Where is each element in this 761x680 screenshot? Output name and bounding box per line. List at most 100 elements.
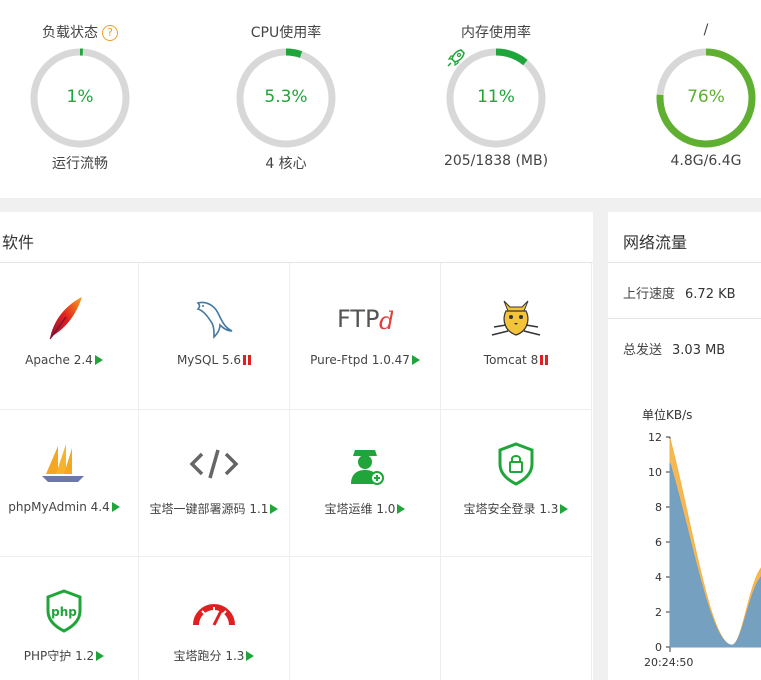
running-icon[interactable] (270, 504, 279, 514)
php-shield-icon: php (46, 589, 82, 633)
software-label: 宝塔运维 1.0 (290, 500, 440, 517)
x-tick-label: 20:24:50 (644, 656, 693, 669)
software-name: phpMyAdmin 4.4 (8, 500, 110, 514)
y-tick-label: 8 (655, 501, 662, 514)
ftpd-logo-text: FTP (337, 305, 380, 333)
shield-lock-icon (498, 442, 534, 486)
upload-speed-value: 6.72 KB (685, 287, 736, 302)
total-sent-label: 总发送 (623, 343, 663, 358)
cpu-usage-card[interactable]: CPU使用率 5.3% 4 核心 (206, 0, 366, 198)
gauge-title-text: 负载状态 (42, 25, 98, 41)
memory-usage-card[interactable]: 内存使用率 11% 205/1838 (MB) (416, 0, 576, 198)
software-item-deploy[interactable]: 宝塔一键部署源码 1.1 (139, 410, 290, 557)
gauge-value: 11% (477, 87, 515, 107)
software-item-phpmyadmin[interactable]: phpMyAdmin 4.4 (0, 410, 139, 557)
divider (608, 318, 761, 319)
software-label: MySQL 5.6 (139, 353, 289, 367)
running-icon[interactable] (246, 651, 255, 661)
running-icon[interactable] (411, 355, 420, 365)
traffic-series-area (669, 463, 761, 648)
ftpd-logo-icon: FTP d (337, 305, 393, 335)
y-tick-label: 10 (648, 466, 662, 479)
software-name: 宝塔安全登录 1.3 (463, 502, 559, 516)
disk-usage-card[interactable]: / 76% 4.8G/6.4G (626, 0, 761, 198)
speedometer-icon (193, 604, 235, 626)
y-tick-label: 2 (655, 606, 662, 619)
running-icon[interactable] (111, 502, 120, 512)
cpu-gauge: 5.3% (235, 47, 337, 149)
software-label: 宝塔跑分 1.3 (139, 647, 289, 664)
disk-gauge: 76% (655, 47, 757, 149)
running-icon[interactable] (397, 504, 406, 514)
software-name: Apache 2.4 (25, 353, 93, 367)
gauge-value: 1% (66, 87, 94, 107)
software-label: Apache 2.4 (0, 353, 138, 367)
memory-gauge: 11% (445, 47, 547, 149)
software-name: 宝塔跑分 1.3 (173, 649, 245, 663)
gauge-subtitle: 4 核心 (265, 156, 307, 172)
software-name: 宝塔一键部署源码 1.1 (149, 502, 269, 516)
code-brackets-icon (189, 449, 239, 479)
panel-title: 软件 (2, 233, 35, 252)
ftpd-logo-accent: d (379, 307, 393, 335)
tomcat-cat-icon (491, 300, 541, 336)
software-label: PHP守护 1.2 (0, 647, 138, 664)
software-item-tomcat[interactable]: Tomcat 8 (441, 263, 592, 410)
software-item-benchmark[interactable]: 宝塔跑分 1.3 (139, 557, 290, 680)
software-item-mysql[interactable]: MySQL 5.6 (139, 263, 290, 410)
stopped-icon[interactable] (243, 355, 252, 365)
software-panel: 软件 Apache 2.4 MySQL 5.6 FTP d Pure-Ftpd (0, 212, 593, 680)
status-row: 负载状态? 1% 运行流畅 CPU使用率 5.3% 4 核心 内存使用率 11%… (0, 0, 761, 198)
chart-unit-label: 单位KB/s (642, 408, 693, 422)
gauge-title: CPU使用率 (250, 25, 322, 41)
running-icon[interactable] (96, 651, 105, 661)
php-logo-text: php (51, 605, 77, 619)
software-item-safe-login[interactable]: 宝塔安全登录 1.3 (441, 410, 592, 557)
gauge-title: 内存使用率 (461, 25, 531, 41)
dolphin-icon (196, 301, 233, 339)
software-empty-slot (290, 557, 441, 680)
feather-icon (49, 297, 82, 340)
network-panel: 网络流量 上行速度 6.72 KB 总发送 3.03 MB 单位KB/s 0 2 4 6 8… (608, 212, 761, 680)
software-label: 宝塔安全登录 1.3 (441, 500, 591, 517)
software-item-php-guard[interactable]: php PHP守护 1.2 (0, 557, 139, 680)
gauge-value: 76% (687, 87, 725, 107)
software-name: Tomcat 8 (483, 353, 539, 367)
gauge-subtitle: 4.8G/6.4G (670, 153, 742, 169)
divider (608, 262, 761, 263)
y-tick-label: 0 (655, 641, 662, 654)
upload-speed-label: 上行速度 (623, 287, 676, 302)
sailboat-icon (42, 444, 84, 482)
load-gauge: 1% (29, 47, 131, 149)
load-status-card[interactable]: 负载状态? 1% 运行流畅 (0, 0, 160, 198)
software-item-pure-ftpd[interactable]: FTP d Pure-Ftpd 1.0.47 (290, 263, 441, 410)
gauge-value: 5.3% (264, 87, 308, 107)
software-name: 宝塔运维 1.0 (324, 502, 396, 516)
y-tick-label: 4 (655, 571, 662, 584)
total-sent-row: 总发送 3.03 MB (623, 339, 725, 358)
help-icon[interactable]: ? (102, 25, 118, 41)
software-item-apache[interactable]: Apache 2.4 (0, 263, 139, 410)
gauge-subtitle: 运行流畅 (52, 156, 108, 172)
software-empty-slot (441, 557, 592, 680)
running-icon[interactable] (94, 355, 103, 365)
y-tick-label: 12 (648, 431, 662, 444)
y-tick-label: 6 (655, 536, 662, 549)
gauge-title: / (703, 22, 709, 38)
total-sent-value: 3.03 MB (672, 343, 726, 358)
software-name: Pure-Ftpd 1.0.47 (310, 353, 410, 367)
software-item-ops[interactable]: 宝塔运维 1.0 (290, 410, 441, 557)
software-label: Tomcat 8 (441, 353, 591, 367)
stopped-icon[interactable] (540, 355, 549, 365)
software-name: MySQL 5.6 (176, 353, 242, 367)
running-icon[interactable] (560, 504, 569, 514)
software-label: phpMyAdmin 4.4 (0, 500, 138, 514)
operator-icon (351, 450, 384, 485)
software-label: 宝塔一键部署源码 1.1 (139, 500, 289, 517)
upload-speed-row: 上行速度 6.72 KB (623, 283, 736, 302)
gauge-subtitle: 205/1838 (MB) (443, 153, 549, 169)
rocket-icon[interactable] (445, 47, 467, 69)
panel-title: 网络流量 (623, 233, 688, 252)
software-label: Pure-Ftpd 1.0.47 (290, 353, 440, 367)
software-name: PHP守护 1.2 (23, 649, 95, 663)
